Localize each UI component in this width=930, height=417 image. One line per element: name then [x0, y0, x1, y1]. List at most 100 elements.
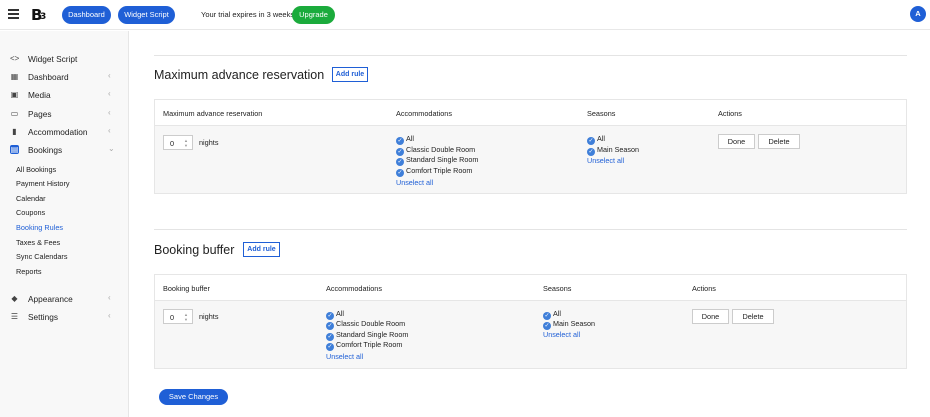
accommodation-checkbox[interactable]: ✓ Classic Double Room — [326, 319, 405, 330]
section-title: Maximum advance reservation — [154, 68, 325, 82]
avatar[interactable]: A — [910, 6, 926, 22]
unselect-all-link[interactable]: Unselect all — [587, 156, 624, 165]
check-icon: ✓ — [543, 322, 551, 330]
chevron-left-icon: ‹ — [108, 71, 111, 80]
trial-text: Your trial expires in 3 weeks — [201, 10, 295, 19]
check-icon: ✓ — [396, 158, 404, 166]
logo[interactable]: B3 — [31, 6, 46, 24]
sidebar-item-label: Settings — [28, 312, 58, 322]
sidebar-item-label: Widget Script — [28, 54, 78, 64]
accommodation-checkbox[interactable]: ✓ Comfort Triple Room — [396, 166, 472, 177]
done-button[interactable]: Done — [718, 134, 755, 149]
sidebar-item-accommodation[interactable]: ▮ Accommodation ‹ — [0, 124, 129, 140]
chevron-left-icon: ‹ — [108, 311, 111, 320]
sidebar-item-label: Appearance — [28, 294, 73, 304]
accommodation-checkbox[interactable]: ✓ Standard Single Room — [396, 155, 478, 166]
stepper-arrows-icon[interactable]: ▲ ▼ — [184, 138, 188, 148]
image-icon: ▣ — [10, 90, 19, 99]
column-header: Booking buffer — [163, 284, 210, 293]
rules-table: Maximum advance reservation Accommodatio… — [154, 99, 907, 194]
stepper-arrows-icon[interactable]: ▲ ▼ — [184, 312, 188, 322]
grid-icon: ▦ — [10, 72, 19, 81]
check-icon: ✓ — [396, 137, 404, 145]
check-icon: ✓ — [587, 137, 595, 145]
season-checkbox[interactable]: ✓ All — [587, 134, 605, 145]
sidebar-item-bookings[interactable]: ▤ Bookings ⌄ — [0, 142, 129, 158]
chevron-left-icon: ‹ — [108, 108, 111, 117]
season-checkbox[interactable]: ✓ Main Season — [543, 319, 595, 330]
stepper-value: 0 — [170, 139, 175, 148]
sidebar-subitem-sync-calendars[interactable]: Sync Calendars — [16, 252, 68, 261]
accommodation-checkbox[interactable]: ✓ All — [396, 134, 414, 145]
season-checkbox[interactable]: ✓ Main Season — [587, 145, 639, 156]
column-header: Actions — [718, 109, 742, 118]
nights-stepper[interactable]: 0 ▲ ▼ — [163, 309, 193, 324]
column-header: Accommodations — [326, 284, 382, 293]
sidebar-subitem-reports[interactable]: Reports — [16, 267, 42, 276]
table-header: Maximum advance reservation Accommodatio… — [155, 100, 906, 126]
sidebar-subitem-calendar[interactable]: Calendar — [16, 194, 46, 203]
dashboard-button[interactable]: Dashboard — [62, 6, 111, 24]
rules-table: Booking buffer Accommodations Seasons Ac… — [154, 274, 907, 369]
code-icon: <> — [10, 54, 20, 63]
calendar-icon: ▤ — [10, 145, 19, 154]
unselect-all-link[interactable]: Unselect all — [326, 352, 363, 361]
accommodation-checkbox[interactable]: ✓ All — [326, 309, 344, 320]
done-button[interactable]: Done — [692, 309, 729, 324]
nights-label: nights — [199, 138, 219, 147]
sidebar-item-label: Media — [28, 90, 51, 100]
unselect-all-link[interactable]: Unselect all — [396, 178, 433, 187]
chevron-down-icon: ⌄ — [108, 144, 115, 153]
accommodation-checkbox[interactable]: ✓ Standard Single Room — [326, 330, 408, 341]
menu-icon[interactable] — [8, 9, 19, 19]
nights-stepper[interactable]: 0 ▲ ▼ — [163, 135, 193, 150]
sidebar-item-label: Pages — [28, 109, 52, 119]
sidebar-item-pages[interactable]: ▭ Pages ‹ — [0, 106, 129, 122]
sidebar-item-settings[interactable]: ☰ Settings ‹ — [0, 309, 129, 325]
sidebar-subitem-booking-rules[interactable]: Booking Rules — [16, 223, 63, 232]
divider — [154, 229, 907, 230]
sidebar-subitem-taxes-fees[interactable]: Taxes & Fees — [16, 238, 60, 247]
divider — [154, 55, 907, 56]
delete-button[interactable]: Delete — [732, 309, 774, 324]
chevron-left-icon: ‹ — [108, 293, 111, 302]
column-header: Seasons — [543, 284, 572, 293]
upgrade-button[interactable]: Upgrade — [292, 6, 335, 24]
sidebar-subitem-payment-history[interactable]: Payment History — [16, 179, 70, 188]
check-icon: ✓ — [396, 169, 404, 177]
sidebar-item-appearance[interactable]: ◆ Appearance ‹ — [0, 291, 129, 307]
nights-label: nights — [199, 312, 219, 321]
widget-script-button[interactable]: Widget Script — [118, 6, 175, 24]
page-icon: ▭ — [10, 109, 19, 118]
sidebar-item-label: Bookings — [28, 145, 63, 155]
sidebar-item-label: Accommodation — [28, 127, 88, 137]
delete-button[interactable]: Delete — [758, 134, 800, 149]
season-checkbox[interactable]: ✓ All — [543, 309, 561, 320]
stepper-value: 0 — [170, 313, 175, 322]
check-icon: ✓ — [587, 148, 595, 156]
accommodation-checkbox[interactable]: ✓ Comfort Triple Room — [326, 340, 402, 351]
check-icon: ✓ — [326, 343, 334, 351]
sidebar-item-media[interactable]: ▣ Media ‹ — [0, 87, 129, 103]
sliders-icon: ☰ — [10, 312, 19, 321]
add-rule-button[interactable]: Add rule — [332, 67, 368, 82]
column-header: Seasons — [587, 109, 616, 118]
unselect-all-link[interactable]: Unselect all — [543, 330, 580, 339]
chevron-left-icon: ‹ — [108, 126, 111, 135]
add-rule-button[interactable]: Add rule — [243, 242, 280, 257]
chevron-left-icon: ‹ — [108, 89, 111, 98]
check-icon: ✓ — [326, 322, 334, 330]
sidebar-item-widget-script[interactable]: <> Widget Script — [0, 51, 129, 67]
accommodation-checkbox[interactable]: ✓ Classic Double Room — [396, 145, 475, 156]
table-header: Booking buffer Accommodations Seasons Ac… — [155, 275, 906, 301]
column-header: Actions — [692, 284, 716, 293]
sidebar-subitem-all-bookings[interactable]: All Bookings — [16, 165, 56, 174]
sidebar-item-dashboard[interactable]: ▦ Dashboard ‹ — [0, 69, 129, 85]
save-changes-button[interactable]: Save Changes — [159, 389, 228, 405]
section-title: Booking buffer — [154, 243, 235, 257]
sidebar-item-label: Dashboard — [28, 72, 69, 82]
top-bar: B3 Dashboard Widget Script Your trial ex… — [0, 0, 930, 30]
paint-icon: ◆ — [11, 294, 18, 303]
sidebar-subitem-coupons[interactable]: Coupons — [16, 208, 45, 217]
column-header: Accommodations — [396, 109, 452, 118]
